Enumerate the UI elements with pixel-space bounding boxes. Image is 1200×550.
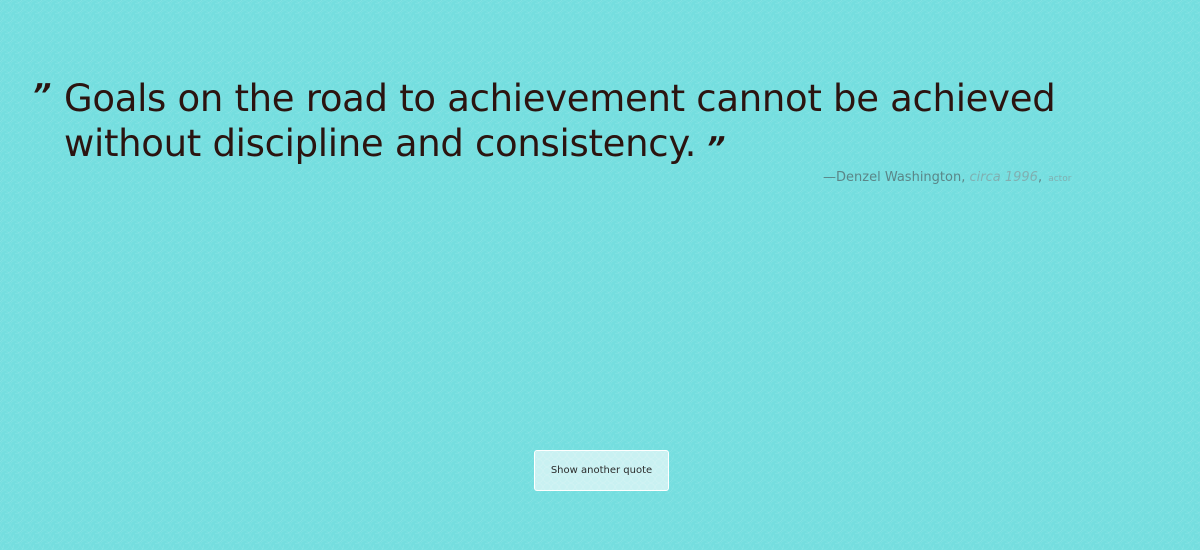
quote-text: Goals on the road to achievement cannot … [64,77,1056,165]
attribution-separator-2: , [1037,170,1043,185]
quote-attribution: —Denzel Washington, circa 1996, actor [823,170,1071,187]
attribution-author: —Denzel Washington [823,170,962,185]
close-quote-icon: ” [706,131,726,166]
show-another-quote-button[interactable]: Show another quote [534,450,669,491]
open-quote-icon: ” [32,78,52,113]
attribution-separator: , [961,170,966,185]
attribution-role: actor [1048,174,1072,184]
quote-text-block: ” Goals on the road to achievement canno… [32,76,1172,166]
attribution-date: circa 1996 [969,170,1038,185]
quote-container: ” Goals on the road to achievement canno… [32,76,1172,166]
